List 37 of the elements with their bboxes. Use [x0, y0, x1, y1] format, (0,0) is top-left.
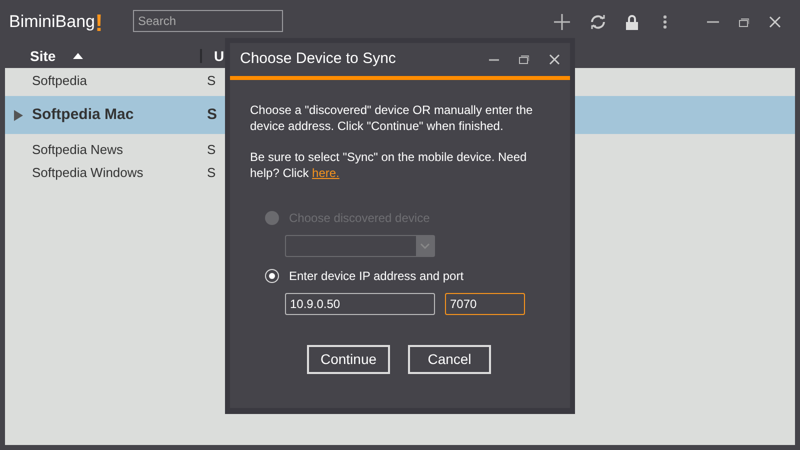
ip-address-field[interactable]: 10.9.0.50 — [285, 293, 435, 315]
column-header[interactable]: Site — [30, 46, 56, 66]
close-icon[interactable] — [769, 16, 781, 28]
sync-icon[interactable] — [590, 14, 606, 30]
table-cell-text: Softpedia News — [32, 140, 124, 159]
logo-mark: ! — [95, 12, 103, 35]
table-cell-text: S — [207, 140, 216, 159]
close-icon[interactable] — [549, 54, 560, 65]
instructions-text: Choose a "discovered" device OR manually enter the device address. Click "Continue" when finished. — [250, 102, 534, 134]
table-cell-text: Softpedia Windows — [32, 164, 144, 182]
table-row[interactable]: Softpedia News S — [5, 138, 225, 161]
table-cell-text: S — [207, 72, 216, 90]
restore-icon[interactable] — [519, 55, 529, 64]
sort-ascending-icon — [72, 53, 83, 59]
table-cell-text: Softpedia — [32, 72, 88, 90]
table-cell-text: S — [207, 104, 218, 125]
table-cell-text: Softpedia Mac — [32, 104, 135, 125]
minimize-icon[interactable] — [489, 58, 499, 60]
dialog-title: Choose Device to Sync — [240, 49, 397, 70]
help-link[interactable]: here. — [312, 166, 340, 180]
lock-icon[interactable] — [626, 14, 638, 30]
row-pointer-icon — [14, 110, 23, 120]
app-logo: BiminiBang — [9, 11, 95, 34]
table-cell-text: S — [207, 164, 216, 182]
dialog-button[interactable]: Continue — [307, 345, 390, 374]
table-row[interactable]: Softpedia Windows S — [5, 161, 225, 184]
more-icon[interactable] — [663, 15, 667, 29]
table-row[interactable]: Softpedia Mac S — [5, 96, 225, 134]
restore-icon[interactable] — [739, 18, 749, 26]
port-field[interactable]: 7070 — [445, 293, 525, 315]
dialog-button[interactable]: Cancel — [408, 345, 491, 374]
table-row[interactable]: Softpedia S — [5, 69, 225, 92]
search-field[interactable]: Search — [133, 10, 283, 32]
add-icon[interactable] — [554, 14, 570, 30]
help-text: Be sure to select "Sync" on the mobile device. Need help? Click here. — [250, 149, 528, 181]
column-header[interactable]: U — [214, 46, 224, 66]
radio-option[interactable]: Enter device IP address and port — [265, 267, 550, 285]
